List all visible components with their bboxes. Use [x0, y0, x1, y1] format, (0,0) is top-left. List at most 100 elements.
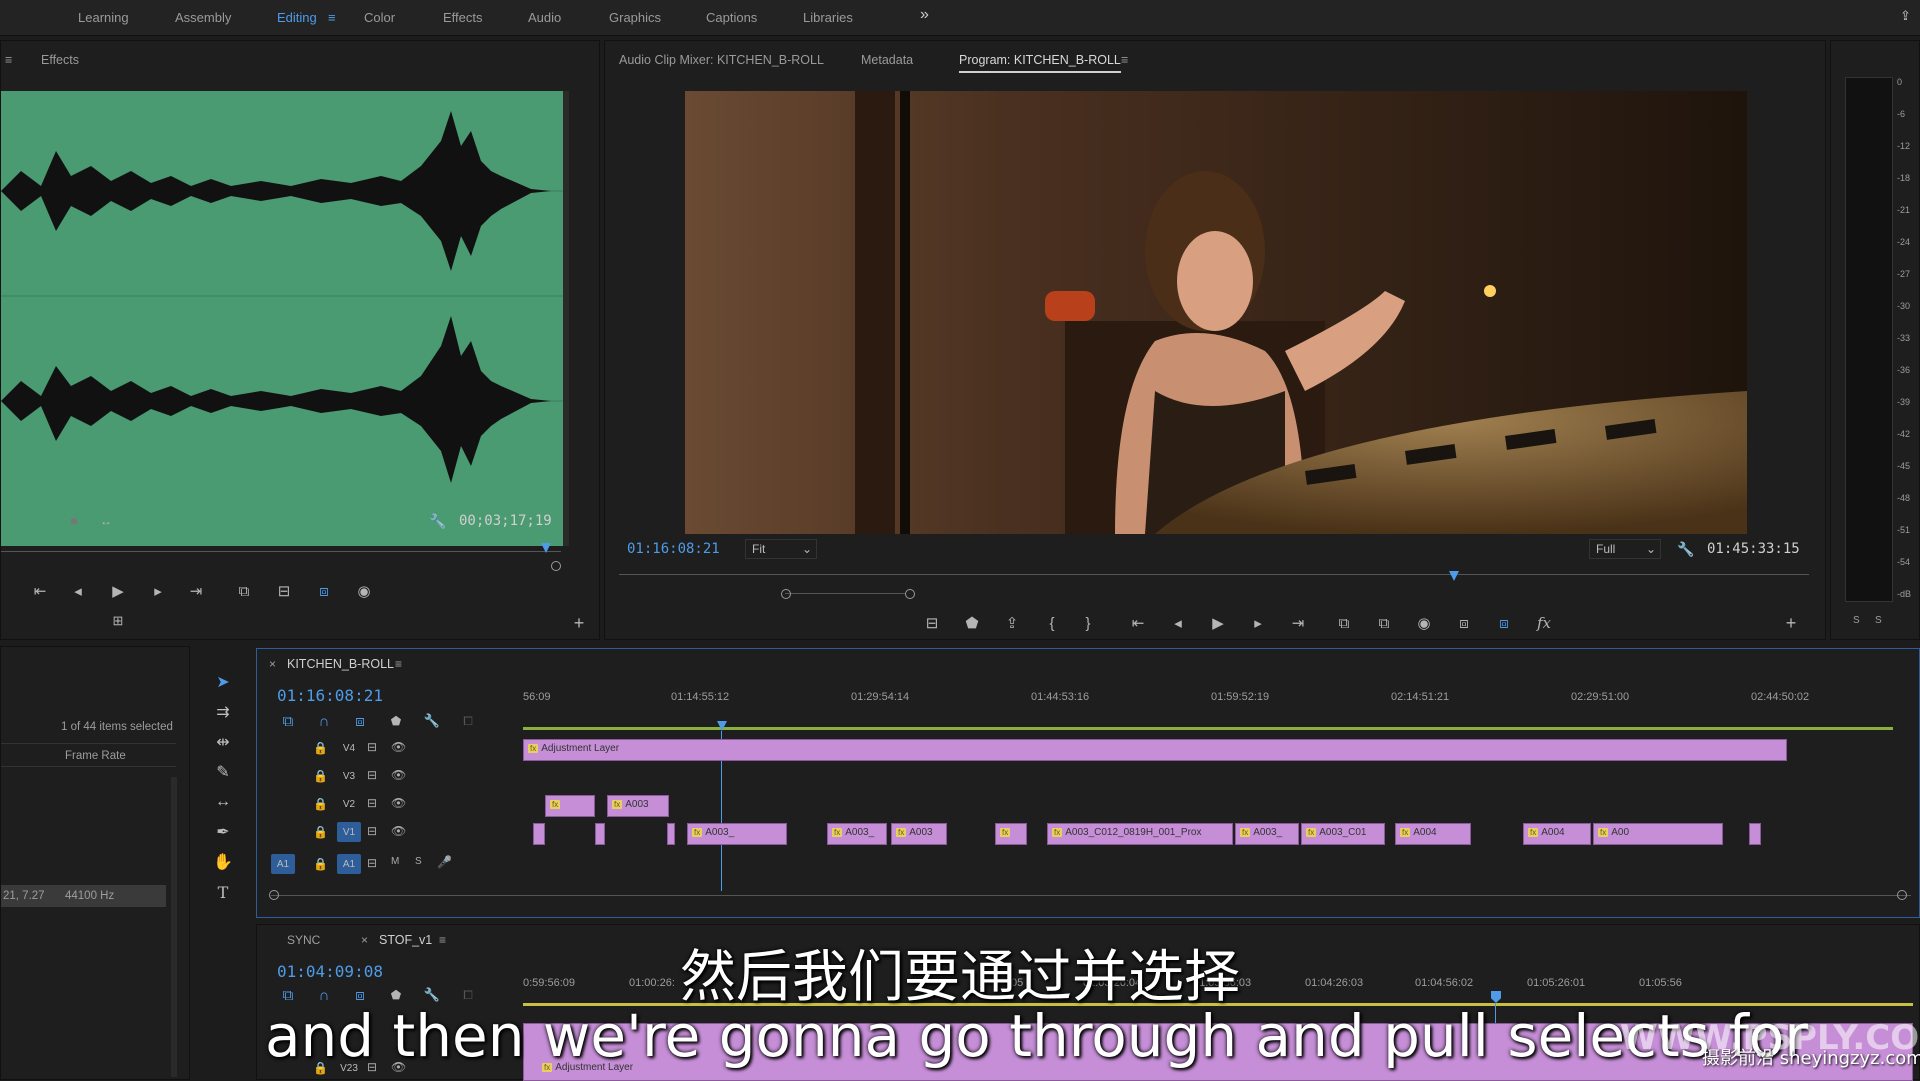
v2-clip[interactable]: fx	[545, 795, 595, 817]
mute-button[interactable]: M	[391, 856, 399, 867]
extract-icon[interactable]: ⧉	[1373, 613, 1395, 633]
wrench-icon[interactable]: 🔧	[427, 511, 449, 531]
solo-button[interactable]: S	[415, 856, 422, 867]
timeline-ruler[interactable]: 56:09 01:14:55:12 01:29:54:14 01:44:53:1…	[523, 691, 1913, 713]
type-tool-icon[interactable]: T	[208, 878, 238, 906]
proxy-toggle-icon[interactable]: ⧈	[1493, 613, 1515, 633]
pen-tool-icon[interactable]: ✒	[208, 818, 238, 846]
lock-icon[interactable]: 🔒	[313, 797, 328, 811]
lock-icon[interactable]: 🔒	[313, 857, 328, 871]
step-back-icon[interactable]: ◂	[67, 581, 89, 601]
zoom-handle-right[interactable]	[905, 589, 915, 599]
hand-tool-icon[interactable]: ✋	[208, 848, 238, 876]
fx-icon[interactable]: fx	[1533, 613, 1555, 633]
play-icon[interactable]: ▶	[107, 581, 129, 601]
tab-metadata[interactable]: Metadata	[861, 53, 913, 67]
v1-clip[interactable]: fx A00	[1593, 823, 1723, 845]
lift-clip-icon[interactable]: ⧉	[1333, 613, 1355, 633]
wrench-icon[interactable]: 🔧	[421, 711, 443, 731]
fit-horizontal-icon[interactable]: ↔	[95, 511, 117, 531]
v1-clip[interactable]: fx A003_	[827, 823, 887, 845]
zoom-handle-left[interactable]	[781, 589, 791, 599]
insert-button-icon[interactable]: ⊟	[921, 613, 943, 633]
eye-icon[interactable]: 👁	[391, 824, 406, 838]
panel-menu-icon[interactable]: ≡	[5, 53, 12, 67]
square-icon[interactable]: ■	[63, 511, 85, 531]
eye-icon[interactable]: 👁	[391, 740, 406, 754]
program-scrub-bar[interactable]	[619, 574, 1809, 575]
marker-icon[interactable]: ⬟	[385, 711, 407, 731]
selection-tool-icon[interactable]: ➤	[208, 668, 238, 696]
workspace-editing[interactable]: Editing	[277, 10, 317, 25]
lock-icon[interactable]: 🔒	[313, 825, 328, 839]
v1-clip[interactable]	[533, 823, 545, 845]
sync-lock-icon[interactable]: ⊟	[367, 796, 377, 810]
comparison-view-icon[interactable]: ⧈	[1453, 613, 1475, 633]
v1-clip[interactable]: fx A004	[1395, 823, 1471, 845]
source-patch[interactable]: A1	[271, 854, 295, 874]
track-name[interactable]: V1	[337, 822, 361, 842]
add-button-icon[interactable]: +	[568, 613, 590, 633]
zoom-handle-left[interactable]	[269, 890, 279, 900]
export-frame-icon[interactable]: ◉	[1413, 613, 1435, 633]
go-to-in-icon[interactable]: ⇤	[29, 581, 51, 601]
nest-icon[interactable]: ⧉	[277, 711, 299, 731]
workspace-captions[interactable]: Captions	[706, 10, 757, 25]
timeline-zoom-bar[interactable]	[271, 895, 1911, 896]
go-to-in-icon[interactable]: ⇤	[1127, 613, 1149, 633]
v1-clip[interactable]	[667, 823, 675, 845]
solo-right-button[interactable]: S	[1875, 615, 1882, 626]
tab-audio-clip-mixer[interactable]: Audio Clip Mixer: KITCHEN_B-ROLL	[619, 53, 824, 67]
workspace-assembly[interactable]: Assembly	[175, 10, 231, 25]
razor-tool-icon[interactable]: ✎	[208, 758, 238, 786]
slip-tool-icon[interactable]: ↔	[208, 788, 238, 816]
play-icon[interactable]: ▶	[1207, 613, 1229, 633]
column-frame-rate[interactable]: Frame Rate	[65, 750, 126, 762]
eye-icon[interactable]: 👁	[391, 796, 406, 810]
v1-clip[interactable]	[595, 823, 605, 845]
workspace-audio[interactable]: Audio	[528, 10, 561, 25]
v1-clip[interactable]: fx A004	[1523, 823, 1591, 845]
list-item[interactable]: 21, 7.27 44100 Hz	[1, 885, 166, 907]
v1-clip[interactable]: fx	[995, 823, 1027, 845]
zoom-bar[interactable]	[785, 593, 905, 594]
workspace-overflow-button[interactable]: »	[920, 6, 929, 24]
go-to-out-icon[interactable]: ⇥	[185, 581, 207, 601]
share-icon[interactable]: ⇪	[1900, 8, 1911, 24]
tab-effects[interactable]: Effects	[41, 53, 79, 67]
panel-menu-icon[interactable]: ≡	[395, 657, 402, 671]
workspace-effects[interactable]: Effects	[443, 10, 483, 25]
program-timecode[interactable]: 01:16:08:21	[627, 541, 720, 557]
sequence-tab[interactable]: KITCHEN_B-ROLL	[287, 657, 394, 671]
timeline-timecode[interactable]: 01:16:08:21	[277, 686, 383, 705]
export-frame-icon[interactable]: ◉	[353, 581, 375, 601]
safe-margins-icon[interactable]: ⧈	[313, 581, 335, 601]
panel-menu-icon[interactable]: ≡	[1121, 53, 1128, 67]
workspace-graphics[interactable]: Graphics	[609, 10, 661, 25]
v2-clip[interactable]: fx A003	[607, 795, 669, 817]
add-button-icon[interactable]: +	[1780, 613, 1802, 633]
eye-icon[interactable]: 👁	[391, 768, 406, 782]
tab-program[interactable]: Program: KITCHEN_B-ROLL	[959, 53, 1121, 73]
sync-lock-icon[interactable]: ⊟	[367, 768, 377, 782]
v1-clip[interactable]	[1749, 823, 1761, 845]
close-icon[interactable]: ×	[269, 657, 276, 671]
workspace-libraries[interactable]: Libraries	[803, 10, 853, 25]
track-name[interactable]: V2	[337, 794, 361, 814]
waveform-scrollbar[interactable]	[563, 91, 569, 546]
sync-lock-icon[interactable]: ⊟	[367, 824, 377, 838]
captions-icon[interactable]: ⧠	[457, 711, 479, 731]
step-forward-icon[interactable]: ▸	[1247, 613, 1269, 633]
zoom-handle[interactable]	[551, 561, 561, 571]
track-name[interactable]: V3	[337, 766, 361, 786]
workspace-learning[interactable]: Learning	[78, 10, 129, 25]
program-playhead[interactable]	[1449, 571, 1459, 581]
lock-icon[interactable]: 🔒	[313, 769, 328, 783]
zoom-handle-right[interactable]	[1897, 890, 1907, 900]
quality-dropdown[interactable]: Full ⌄	[1589, 539, 1661, 559]
wrench-icon[interactable]: 🔧	[1675, 539, 1697, 559]
source-timecode[interactable]: 00;03;17;19	[459, 513, 552, 529]
v1-clip[interactable]: fx A003_C01	[1301, 823, 1385, 845]
step-forward-icon[interactable]: ▸	[147, 581, 169, 601]
track-name[interactable]: A1	[337, 854, 361, 874]
